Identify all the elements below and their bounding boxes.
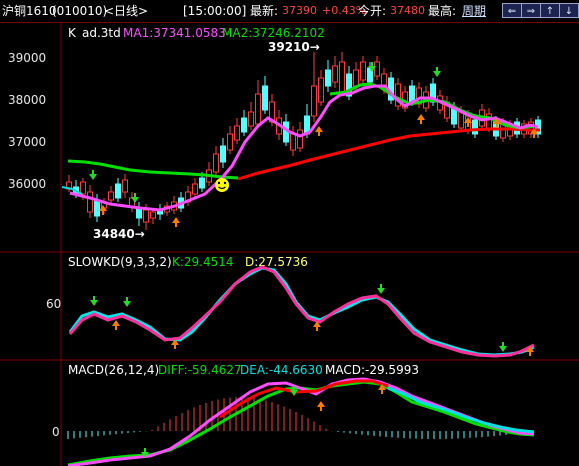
kd-d-legend: D:27.5736 <box>245 255 308 269</box>
macd-y-tick-0: 0 <box>52 425 60 439</box>
candle-body <box>143 209 149 223</box>
candle-body <box>227 133 233 151</box>
zoom-out-button[interactable]: ↓ <box>559 3 579 18</box>
candle-body <box>192 183 198 195</box>
y-tick-38000: 38000 <box>8 93 46 107</box>
candle-body <box>241 117 247 133</box>
candle-body <box>150 211 156 219</box>
candle-body <box>458 111 464 129</box>
macd-value-legend: MACD:-29.5993 <box>325 363 419 377</box>
macd-title: MACD(26,12,4) <box>68 363 159 377</box>
candle-body <box>332 65 338 83</box>
candle-body <box>262 85 268 111</box>
zoom-in-button[interactable]: ↑ <box>540 3 560 18</box>
candle-body <box>318 77 324 103</box>
quote-header: 沪铜1610 (010010) <日线> [15:00:00] 最新: 3739… <box>0 0 579 23</box>
candle-body <box>220 145 226 163</box>
ma2-legend: MA2:37246.2102 <box>222 26 325 40</box>
last-price-value: 37390 <box>282 4 317 17</box>
candle-body <box>87 191 93 213</box>
candle-body <box>80 181 86 195</box>
macd-diff-legend: DIFF:-59.4627 <box>158 363 242 377</box>
kd-k-legend: K:29.4514 <box>172 255 234 269</box>
kline-chart-area[interactable]: 39000 38000 37000 36000 60 0 K ad.3td MA… <box>0 22 579 466</box>
period-link[interactable]: 周期 <box>462 3 486 19</box>
candle-body <box>199 177 205 189</box>
high-price-annotation: 39210→ <box>268 40 320 54</box>
macd-red-line <box>219 379 389 419</box>
prev-arrow-button[interactable]: ⇐ <box>502 3 522 18</box>
kd-k-line <box>68 265 535 358</box>
candle-body <box>255 93 261 125</box>
candle-body <box>374 61 380 77</box>
period-label: <日线> <box>104 4 149 18</box>
candle-body <box>353 69 359 87</box>
kd-title: SLOWKD(9,3,3,2) <box>68 255 172 269</box>
open-price-label: 今开: <box>358 4 387 18</box>
candle-body <box>486 113 492 129</box>
symbol-code: (010010) <box>52 4 108 18</box>
low-price-annotation: 34840→ <box>93 227 145 241</box>
candlestick-series <box>66 52 541 230</box>
candle-body <box>108 191 114 201</box>
y-tick-36000: 36000 <box>8 177 46 191</box>
candle-body <box>234 125 240 141</box>
candle-body <box>248 111 254 127</box>
kd-y-tick-60: 60 <box>46 297 61 311</box>
main-title-name: ad.3td <box>82 26 121 40</box>
main-title-k: K <box>68 26 77 40</box>
candle-body <box>290 133 296 151</box>
candle-body <box>213 153 219 173</box>
candle-body <box>325 69 331 87</box>
candle-body <box>311 85 317 117</box>
open-price-value: 37480 <box>390 4 425 17</box>
macd-dea-legend: DEA:-44.6630 <box>240 363 323 377</box>
high-price-label: 最高: <box>428 4 457 18</box>
candle-body <box>339 61 345 93</box>
smiley-icon <box>215 178 229 192</box>
time-label: [15:00:00] <box>183 4 247 18</box>
candle-body <box>94 199 100 217</box>
macd-dea-line <box>67 380 535 466</box>
y-tick-37000: 37000 <box>8 135 46 149</box>
ma1-legend: MA1:37341.0583 <box>123 26 226 40</box>
candle-body <box>472 119 478 135</box>
candle-body <box>115 183 121 199</box>
symbol-name: 沪铜1610 <box>2 4 57 18</box>
ma1-line <box>69 84 539 212</box>
candle-body <box>297 129 303 149</box>
y-tick-39000: 39000 <box>8 51 46 65</box>
candle-body <box>122 179 128 193</box>
last-price-label: 最新: <box>250 4 279 18</box>
next-arrow-button[interactable]: ⇒ <box>521 3 541 18</box>
candle-body <box>409 85 415 103</box>
candle-body <box>360 61 366 81</box>
